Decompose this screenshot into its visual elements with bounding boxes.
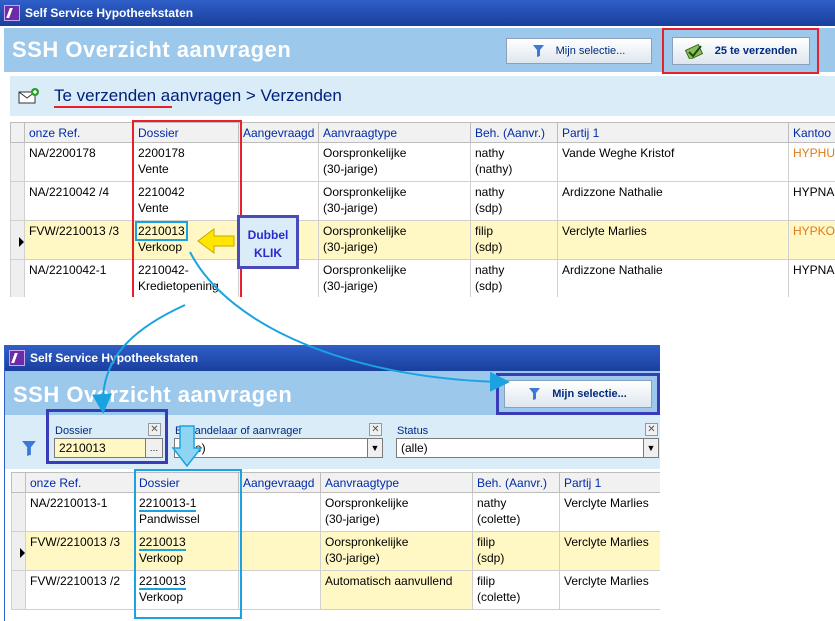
down-arrow-icon	[171, 425, 203, 468]
arrow-to-selection	[189, 251, 510, 392]
arrow-to-filter	[92, 304, 186, 414]
flow-arrows	[92, 251, 510, 468]
